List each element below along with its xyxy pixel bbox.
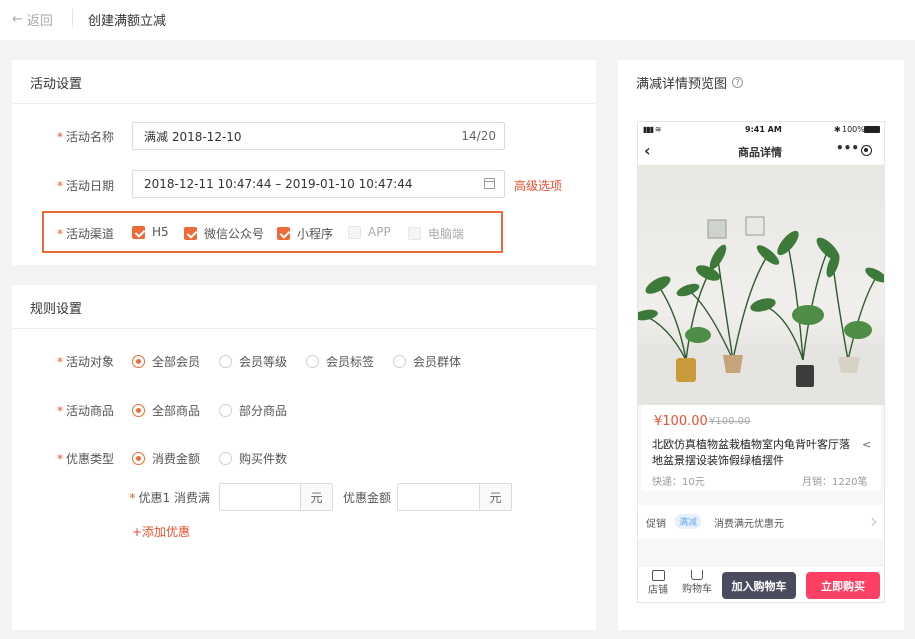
target-level-radio[interactable]: 会员等级 <box>219 353 287 370</box>
share-icon[interactable]: < <box>862 438 871 451</box>
divider <box>12 103 596 104</box>
back-button[interactable]: ← 返回 <box>12 10 53 29</box>
section-title: 规则设置 <box>30 302 83 317</box>
top-bar: ← 返回 创建满额立减 <box>0 0 915 40</box>
threshold-amount-input[interactable]: 元 <box>219 483 333 511</box>
activity-channel-label: * 活动渠道 <box>56 227 114 241</box>
target-label: * 活动对象 <box>56 355 114 369</box>
add-to-cart-button[interactable]: 加入购物车 <box>722 572 796 599</box>
activity-name-value: 满减 2018-12-10 <box>144 129 242 144</box>
activity-name-label: * 活动名称 <box>56 130 114 144</box>
goods-all-radio[interactable]: 全部商品 <box>132 402 200 419</box>
radio-icon <box>219 404 232 417</box>
help-icon[interactable]: ? <box>732 77 744 88</box>
tier1-threshold-label: * 优惠1 消费满 <box>129 491 210 505</box>
plant-photo <box>638 216 884 405</box>
battery-level: 100% <box>842 125 865 134</box>
add-discount-link[interactable]: +添加优惠 <box>132 523 190 540</box>
promo-text: 消费满元优惠元 <box>714 519 784 530</box>
checkbox-unchecked-icon <box>408 227 421 240</box>
discount-amount-label: 优惠金额 <box>343 491 392 505</box>
nav-title: 商品详情 <box>738 146 782 159</box>
unit-addon: 元 <box>479 484 511 510</box>
shop-icon <box>651 570 665 581</box>
target-tag-radio[interactable]: 会员标签 <box>306 353 374 370</box>
channel-h5-checkbox[interactable]: H5 <box>132 225 169 239</box>
checkbox-checked-icon <box>277 227 290 240</box>
record-icon[interactable] <box>861 145 872 156</box>
signal-icon: ▮▮▮ ≋ <box>643 125 661 134</box>
product-name: 北欧仿真植物盆栽植物室内龟背叶客厅落地盆景摆设装饰假绿植摆件 <box>652 438 850 467</box>
goods-partial-radio[interactable]: 部分商品 <box>219 402 287 419</box>
radio-icon <box>219 452 232 465</box>
radio-icon <box>219 355 232 368</box>
cart-icon <box>691 570 703 580</box>
checkbox-checked-icon <box>132 225 145 239</box>
back-label: 返回 <box>26 14 53 29</box>
radio-selected-icon <box>132 355 145 368</box>
phone-preview: ▮▮▮ ≋ 9:41 AM ✱ 100% ‹ 商品详情 ••• ¥100.00 … <box>637 121 885 603</box>
page-title: 创建满额立减 <box>88 14 167 29</box>
back-arrow-icon: ← <box>12 12 23 27</box>
checkbox-unchecked-icon <box>348 225 361 239</box>
radio-selected-icon <box>132 452 145 465</box>
preview-title: 满减详情预览图 ? <box>636 73 744 92</box>
divider <box>12 328 596 329</box>
type-amount-radio[interactable]: 消费金额 <box>132 450 200 467</box>
chevron-right-icon: › <box>870 509 878 533</box>
phone-nav-bar: ‹ 商品详情 ••• <box>638 138 884 164</box>
bluetooth-icon: ✱ <box>834 125 841 134</box>
channel-app-checkbox[interactable]: APP <box>348 225 391 239</box>
section-title: 活动设置 <box>30 77 83 92</box>
type-quantity-radio[interactable]: 购买件数 <box>219 450 287 467</box>
checkbox-checked-icon <box>184 227 197 240</box>
shop-tab[interactable]: 店铺 <box>646 570 670 596</box>
radio-icon <box>306 355 319 368</box>
discount-type-label: * 优惠类型 <box>56 452 114 466</box>
buy-now-button[interactable]: 立即购买 <box>806 572 880 599</box>
header-divider <box>72 9 73 27</box>
discount-amount-input[interactable]: 元 <box>397 483 512 511</box>
channel-wechat-checkbox[interactable]: 微信公众号 <box>184 225 264 242</box>
bottom-action-bar: 店铺 购物车 加入购物车 立即购买 <box>638 565 884 602</box>
radio-icon <box>393 355 406 368</box>
promotion-row[interactable]: 促销 满减 消费满元优惠元 › <box>638 505 884 539</box>
channel-miniprogram-checkbox[interactable]: 小程序 <box>277 225 333 242</box>
activity-name-input[interactable]: 满减 2018-12-10 14/20 <box>132 122 505 150</box>
date-range-value: 2018-12-11 10:47:44 – 2019-01-10 10:47:4… <box>144 177 413 191</box>
promo-label: 促销 <box>646 519 666 530</box>
activity-date-input[interactable]: 2018-12-11 10:47:44 – 2019-01-10 10:47:4… <box>132 170 505 198</box>
battery-icon <box>864 126 880 133</box>
cart-tab[interactable]: 购物车 <box>680 570 714 595</box>
channel-pc-checkbox[interactable]: 电脑端 <box>408 225 464 242</box>
monthly-sales: 月销：1220笔 <box>802 477 868 488</box>
product-image <box>638 165 884 405</box>
more-icon[interactable]: ••• <box>836 141 859 155</box>
char-counter: 14/20 <box>461 129 496 143</box>
goods-label: * 活动商品 <box>56 404 114 418</box>
radio-selected-icon <box>132 404 145 417</box>
current-price: ¥100.00 <box>654 414 708 429</box>
activity-date-label: * 活动日期 <box>56 179 114 193</box>
original-price: ¥100.00 <box>709 416 751 427</box>
status-time: 9:41 AM <box>745 125 782 134</box>
target-all-radio[interactable]: 全部会员 <box>132 353 200 370</box>
unit-addon: 元 <box>300 484 332 510</box>
status-bar: ▮▮▮ ≋ 9:41 AM ✱ 100% <box>638 122 884 138</box>
nav-back-icon[interactable]: ‹ <box>644 141 651 160</box>
price-info-box: ¥100.00 ¥100.00 北欧仿真植物盆栽植物室内龟背叶客厅落地盆景摆设装… <box>641 405 881 491</box>
target-group-radio[interactable]: 会员群体 <box>393 353 461 370</box>
advanced-options-link[interactable]: 高级选项 <box>514 177 562 194</box>
calendar-icon <box>484 178 495 189</box>
promo-tag: 满减 <box>675 514 702 529</box>
shipping-fee: 快递：10元 <box>652 477 705 488</box>
